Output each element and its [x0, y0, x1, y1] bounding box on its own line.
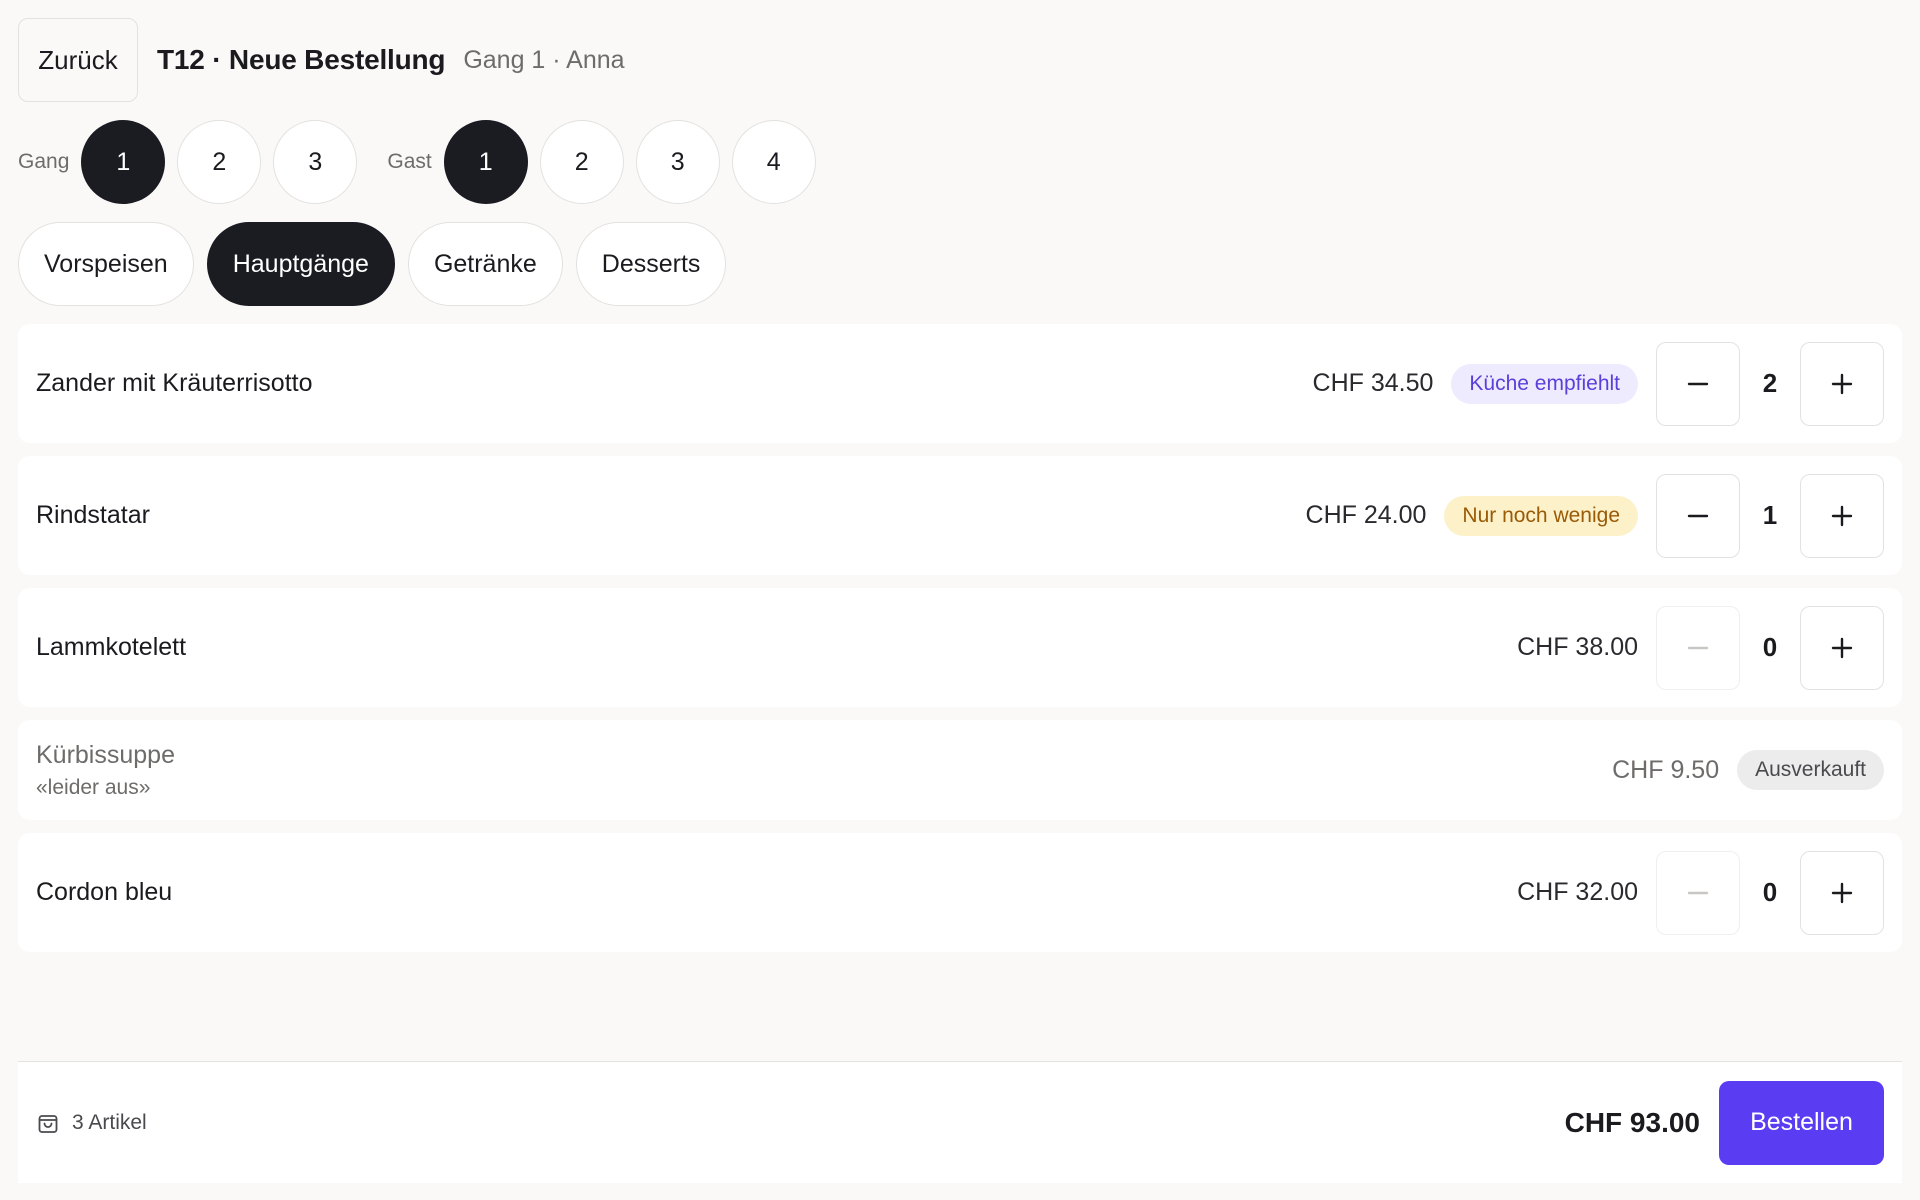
plus-icon	[1831, 637, 1853, 658]
quantity-value: 0	[1762, 632, 1778, 662]
item-name: Zander mit Kräuterrisotto	[36, 369, 313, 397]
minus-icon	[1687, 646, 1709, 649]
tab-vorspeisen[interactable]: Vorspeisen	[18, 222, 194, 306]
plus-icon	[1831, 505, 1853, 526]
menu-item-row: Kürbissuppe «leider aus» CHF 9.50 Ausver…	[18, 720, 1902, 820]
course-option-2[interactable]: 2	[177, 120, 262, 204]
order-footer: 3 Artikel CHF 93.00 Bestellen	[18, 1061, 1902, 1183]
low-stock-badge: Nur noch wenige	[1444, 495, 1638, 536]
item-name-wrap: Cordon bleu	[36, 878, 1517, 907]
page-title: T12 · Neue Bestellung	[157, 44, 446, 75]
item-price: CHF 32.00	[1517, 878, 1638, 906]
guest-option-2[interactable]: 2	[539, 120, 624, 204]
quantity-value: 1	[1762, 500, 1778, 530]
course-option-1[interactable]: 1	[81, 120, 166, 204]
quantity-value: 0	[1762, 877, 1778, 907]
item-name: Rindstatar	[36, 501, 150, 529]
increase-button[interactable]	[1800, 605, 1884, 690]
quantity-stepper: 2	[1656, 341, 1884, 426]
menu-item-row: Rindstatar CHF 24.00 Nur noch wenige 1	[18, 456, 1902, 575]
minus-icon	[1687, 514, 1709, 517]
plus-icon	[1831, 882, 1853, 903]
item-name-wrap: Kürbissuppe «leider aus»	[36, 741, 1612, 800]
guest-option-1[interactable]: 1	[443, 120, 528, 204]
item-name: Lammkotelett	[36, 633, 187, 661]
item-price: CHF 24.00	[1305, 501, 1427, 529]
course-option-3[interactable]: 3	[273, 120, 358, 204]
menu-item-row: Lammkotelett CHF 38.00 0	[18, 588, 1902, 707]
recommended-badge: Küche empfiehlt	[1451, 363, 1638, 404]
page-subtitle: Gang 1 · Anna	[463, 45, 625, 74]
quantity-stepper: 1	[1656, 473, 1884, 558]
tab-getraenke[interactable]: Getränke	[407, 222, 563, 306]
order-screen: Zurück T12 · Neue Bestellung Gang 1 · An…	[0, 0, 1920, 1200]
item-price: CHF 38.00	[1517, 633, 1638, 661]
sold-out-badge: Ausverkauft	[1737, 750, 1884, 790]
item-price: CHF 9.50	[1612, 755, 1720, 784]
increase-button[interactable]	[1800, 850, 1884, 935]
item-name: Kürbissuppe	[36, 740, 175, 769]
increase-button[interactable]	[1800, 341, 1884, 426]
menu-item-row: Zander mit Kräuterrisotto CHF 34.50 Küch…	[18, 324, 1902, 443]
shopping-bag-icon	[38, 1114, 58, 1133]
minus-icon	[1687, 891, 1709, 894]
menu-item-list: Zander mit Kräuterrisotto CHF 34.50 Küch…	[18, 324, 1902, 952]
tab-hauptgaenge[interactable]: Hauptgänge	[206, 222, 395, 306]
guest-label: Gast	[387, 150, 432, 173]
item-price: CHF 34.50	[1312, 369, 1434, 397]
item-name-wrap: Rindstatar	[36, 501, 1306, 530]
item-name-wrap: Lammkotelett	[36, 633, 1517, 662]
plus-icon	[1831, 373, 1853, 394]
course-label: Gang	[18, 150, 70, 173]
item-note: «leider aus»	[36, 775, 151, 799]
back-button[interactable]: Zurück	[18, 18, 138, 102]
tab-desserts[interactable]: Desserts	[575, 222, 727, 306]
guest-option-3[interactable]: 3	[635, 120, 720, 204]
order-button[interactable]: Bestellen	[1719, 1080, 1884, 1165]
decrease-button[interactable]	[1656, 341, 1740, 426]
minus-icon	[1687, 382, 1709, 385]
quantity-stepper: 0	[1656, 850, 1884, 935]
selector-row: Gang 1 2 3 Gast 1 2 3 4	[18, 120, 1902, 204]
item-name-wrap: Zander mit Kräuterrisotto	[36, 369, 1313, 398]
decrease-button[interactable]	[1656, 850, 1740, 935]
cart-summary: 3 Artikel	[36, 1111, 1565, 1135]
guest-option-4[interactable]: 4	[731, 120, 816, 204]
decrease-button[interactable]	[1656, 473, 1740, 558]
cart-item-count: 3 Artikel	[72, 1110, 147, 1134]
decrease-button[interactable]	[1656, 605, 1740, 690]
quantity-value: 2	[1762, 368, 1778, 398]
header: Zurück T12 · Neue Bestellung Gang 1 · An…	[18, 18, 1902, 102]
quantity-stepper: 0	[1656, 605, 1884, 690]
menu-item-row: Cordon bleu CHF 32.00 0	[18, 833, 1902, 952]
increase-button[interactable]	[1800, 473, 1884, 558]
item-name: Cordon bleu	[36, 878, 173, 906]
order-total: CHF 93.00	[1564, 1106, 1700, 1138]
category-tabs: Vorspeisen Hauptgänge Getränke Desserts	[18, 222, 1902, 306]
